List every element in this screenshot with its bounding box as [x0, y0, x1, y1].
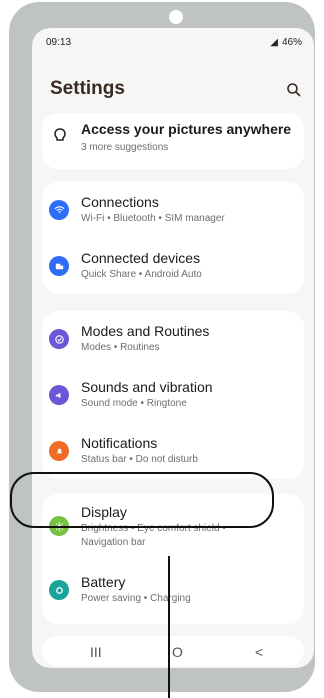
- item-title: Sounds and vibration: [81, 379, 213, 395]
- battery-icon: [49, 580, 69, 600]
- item-subtitle: Sound mode • Ringtone: [81, 398, 187, 409]
- item-title: Connected devices: [81, 250, 201, 266]
- settings-item-modes-routines[interactable]: Modes and Routines Modes • Routines: [42, 311, 304, 367]
- recents-button[interactable]: III: [90, 644, 102, 660]
- settings-screen: 09:13 ◢ 46% Settings Access your picture…: [32, 28, 314, 668]
- display-highlight-outline: [10, 472, 274, 528]
- camera-icon: [169, 10, 183, 24]
- item-title: Modes and Routines: [81, 323, 210, 339]
- page-title: Settings: [50, 78, 125, 99]
- suggestion-title: Access your pictures anywhere: [81, 121, 292, 137]
- item-title: Battery: [81, 574, 126, 590]
- wifi-icon: [49, 200, 69, 220]
- lightbulb-icon: [54, 128, 66, 141]
- phone-frame: 09:13 ◢ 46% Settings Access your picture…: [9, 2, 315, 692]
- settings-item-notifications[interactable]: Notifications Status bar • Do not distur…: [42, 423, 304, 479]
- status-bar: 09:13 ◢ 46%: [32, 28, 314, 56]
- settings-item-sounds-vibration[interactable]: Sounds and vibration Sound mode • Ringto…: [42, 367, 304, 423]
- item-title: Notifications: [81, 435, 158, 451]
- pointer-line: [168, 556, 170, 698]
- item-subtitle: Quick Share • Android Auto: [81, 269, 202, 280]
- devices-icon: [49, 256, 69, 276]
- item-subtitle: Modes • Routines: [81, 342, 160, 353]
- item-subtitle: Status bar • Do not disturb: [81, 454, 198, 465]
- item-subtitle: Power saving • Charging: [81, 593, 191, 604]
- search-icon[interactable]: [286, 82, 302, 98]
- suggestion-card[interactable]: Access your pictures anywhere 3 more sug…: [42, 113, 304, 169]
- status-icons: ◢ 46%: [270, 37, 302, 48]
- settings-item-connected-devices[interactable]: Connected devices Quick Share • Android …: [42, 238, 304, 294]
- speaker-icon: [49, 385, 69, 405]
- navigation-bar: III O <: [32, 636, 314, 668]
- signal-icon: ◢: [270, 37, 278, 48]
- settings-group-connections: Connections Wi-Fi • Bluetooth • SIM mana…: [42, 182, 304, 294]
- settings-group-modes: Modes and Routines Modes • Routines Soun…: [42, 311, 304, 479]
- settings-item-battery[interactable]: Battery Power saving • Charging: [42, 562, 304, 618]
- item-title: Connections: [81, 194, 159, 210]
- item-subtitle-line2: Navigation bar: [81, 537, 146, 548]
- suggestion-subtitle: 3 more suggestions: [81, 142, 169, 153]
- home-button[interactable]: O: [172, 644, 183, 660]
- back-button[interactable]: <: [255, 644, 263, 660]
- settings-item-connections[interactable]: Connections Wi-Fi • Bluetooth • SIM mana…: [42, 182, 304, 238]
- status-time: 09:13: [46, 37, 72, 48]
- bell-icon: [49, 441, 69, 461]
- item-subtitle: Wi-Fi • Bluetooth • SIM manager: [81, 213, 225, 224]
- check-circle-icon: [49, 329, 69, 349]
- battery-percent: 46%: [281, 37, 302, 48]
